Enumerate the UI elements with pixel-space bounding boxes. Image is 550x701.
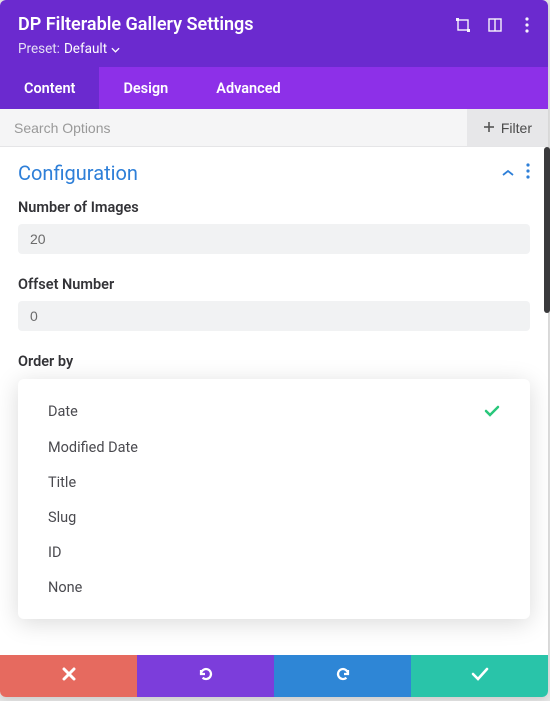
checkmark-icon xyxy=(471,666,489,686)
save-button[interactable] xyxy=(411,655,548,697)
search-input[interactable] xyxy=(0,109,467,146)
option-label: Title xyxy=(48,474,76,491)
undo-button[interactable] xyxy=(137,655,274,697)
num-images-label: Number of Images xyxy=(18,199,530,216)
orderby-dropdown: Date Modified Date Title Slug ID None xyxy=(18,379,530,619)
offset-input[interactable] xyxy=(18,301,530,331)
orderby-option-title[interactable]: Title xyxy=(18,465,530,500)
option-label: ID xyxy=(48,544,61,561)
undo-icon xyxy=(197,665,215,688)
tab-content[interactable]: Content xyxy=(0,67,99,109)
collapse-icon[interactable] xyxy=(502,165,514,181)
orderby-option-slug[interactable]: Slug xyxy=(18,500,530,535)
filter-button[interactable]: Filter xyxy=(467,109,548,146)
columns-icon[interactable] xyxy=(486,16,504,34)
plus-icon xyxy=(483,120,495,136)
tab-advanced[interactable]: Advanced xyxy=(192,67,304,109)
section-title: Configuration xyxy=(18,161,138,185)
option-label: Modified Date xyxy=(48,439,138,456)
checkmark-icon xyxy=(484,402,500,421)
option-label: Date xyxy=(48,403,78,420)
tab-design[interactable]: Design xyxy=(99,67,192,109)
orderby-option-id[interactable]: ID xyxy=(18,535,530,570)
filter-label: Filter xyxy=(501,120,532,136)
cancel-button[interactable] xyxy=(0,655,137,697)
responsive-icon[interactable] xyxy=(454,16,472,34)
offset-label: Offset Number xyxy=(18,276,530,293)
preset-value: Default xyxy=(64,41,107,57)
scrollbar-thumb[interactable] xyxy=(544,147,550,313)
orderby-option-modified-date[interactable]: Modified Date xyxy=(18,430,530,465)
orderby-option-none[interactable]: None xyxy=(18,570,530,605)
preset-row[interactable]: Preset: Default xyxy=(18,41,530,57)
section-more-icon[interactable] xyxy=(526,163,530,183)
caret-down-icon xyxy=(111,41,120,57)
preset-label: Preset: xyxy=(18,41,60,57)
close-icon xyxy=(62,666,76,686)
option-label: None xyxy=(48,579,82,596)
redo-button[interactable] xyxy=(274,655,411,697)
redo-icon xyxy=(334,665,352,688)
num-images-input[interactable] xyxy=(18,224,530,254)
orderby-label: Order by xyxy=(18,353,530,370)
more-icon[interactable] xyxy=(518,16,536,34)
option-label: Slug xyxy=(48,509,76,526)
orderby-option-date[interactable]: Date xyxy=(18,393,530,430)
